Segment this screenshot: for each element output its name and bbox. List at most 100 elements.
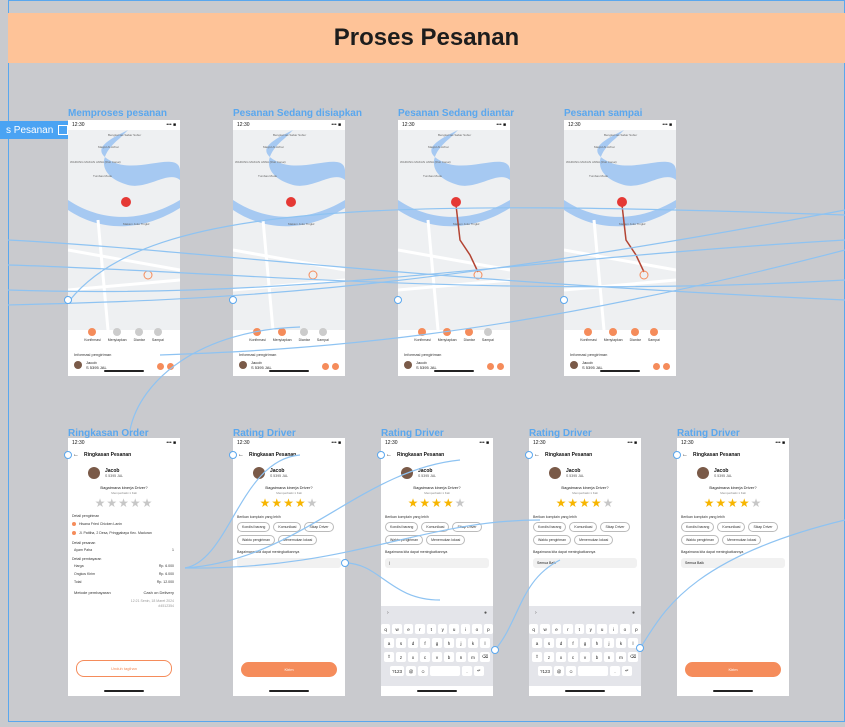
keyboard-key[interactable]: u (449, 624, 459, 634)
star-icon[interactable]: ★ (130, 496, 142, 510)
complaint-chip[interactable]: Waktu pengiriman (385, 535, 424, 545)
keyboard-key[interactable]: d (408, 638, 418, 648)
star-icon[interactable]: ★ (579, 496, 591, 510)
keyboard-key[interactable]: v (580, 652, 590, 662)
keyboard-key[interactable]: s (544, 638, 554, 648)
complaint-chip[interactable]: Kondisi barang (533, 522, 567, 532)
keyboard-key[interactable]: v (432, 652, 442, 662)
keyboard-key[interactable]: ⇧ (384, 652, 394, 662)
keyboard-key[interactable]: i (608, 624, 619, 634)
star-rating[interactable]: ★★★★★ (381, 496, 493, 510)
star-icon[interactable]: ★ (443, 496, 455, 510)
map-view[interactable]: Bengkel las Sabar Subur Masjid Al-Azhar WA… (564, 130, 676, 331)
map-view[interactable]: Bengkel las Sabar Subur Masjid Al-Azhar WA… (398, 130, 510, 331)
star-icon[interactable]: ★ (419, 496, 431, 510)
map-view[interactable]: Bengkel las Sabar Subur Masjid Al-Azhar WA… (233, 130, 345, 331)
complaint-chip[interactable]: Menemukan lokasi (426, 535, 466, 545)
keyboard-key[interactable]: t (574, 624, 584, 634)
chevron-icon[interactable]: › (535, 610, 537, 616)
keyboard-key[interactable]: x (556, 652, 566, 662)
keyboard-key[interactable]: k (468, 638, 478, 648)
keyboard-key[interactable]: ↵ (474, 666, 484, 676)
comment-input[interactable]: Semua Baik (533, 558, 637, 568)
keyboard-key[interactable]: . (610, 666, 620, 676)
keyboard-key[interactable]: z (544, 652, 554, 662)
star-icon[interactable]: ★ (455, 496, 467, 510)
complaint-chip[interactable]: Sikap Driver (600, 522, 630, 532)
complaint-chip[interactable]: Kondisi barang (385, 522, 419, 532)
star-icon[interactable]: ★ (307, 496, 319, 510)
star-icon[interactable]: ★ (431, 496, 443, 510)
star-rating[interactable]: ★★★★★ (68, 496, 180, 510)
complaint-chip[interactable]: Sikap Driver (452, 522, 482, 532)
complaint-chip[interactable]: Waktu pengiriman (237, 535, 276, 545)
keyboard-key[interactable]: ☺ (418, 666, 428, 676)
back-arrow-icon[interactable]: ← (238, 452, 244, 458)
keyboard-key[interactable]: l (480, 638, 490, 648)
keyboard-key[interactable]: ↵ (622, 666, 632, 676)
keyboard-key[interactable]: r (563, 624, 573, 634)
star-rating[interactable]: ★★★★★ (529, 496, 641, 510)
complaint-chip[interactable]: Menemukan lokasi (574, 535, 614, 545)
star-icon[interactable]: ★ (295, 496, 307, 510)
keyboard-key[interactable]: n (604, 652, 614, 662)
keyboard-key[interactable]: @ (406, 666, 416, 676)
chat-button[interactable] (157, 363, 164, 370)
keyboard-key[interactable] (578, 666, 608, 676)
keyboard-key[interactable]: g (432, 638, 442, 648)
complaint-chip[interactable]: Komunikasi (421, 522, 450, 532)
keyboard-key[interactable]: c (420, 652, 430, 662)
keyboard-key[interactable]: e (551, 624, 562, 634)
star-icon[interactable]: ★ (260, 496, 272, 510)
download-invoice-button[interactable]: Unduh tagihan (76, 660, 172, 677)
complaint-chip[interactable]: Menemukan lokasi (722, 535, 762, 545)
star-icon[interactable]: ★ (739, 496, 751, 510)
star-icon[interactable]: ★ (567, 496, 579, 510)
keyboard-key[interactable]: k (616, 638, 626, 648)
keyboard-key[interactable]: p (631, 624, 641, 634)
star-icon[interactable]: ★ (408, 496, 420, 510)
keyboard-key[interactable]: @ (554, 666, 564, 676)
chevron-icon[interactable]: › (387, 610, 389, 616)
complaint-chip[interactable]: Kondisi barang (681, 522, 715, 532)
keyboard-key[interactable]: e (403, 624, 414, 634)
chat-button[interactable] (487, 363, 494, 370)
complaint-chip[interactable]: Komunikasi (717, 522, 746, 532)
side-tab-pesanan[interactable]: s Pesanan (0, 121, 73, 139)
star-icon[interactable]: ★ (704, 496, 716, 510)
back-arrow-icon[interactable]: ← (534, 452, 540, 458)
keyboard-key[interactable]: m (616, 652, 626, 662)
star-icon[interactable]: ★ (95, 496, 107, 510)
complaint-chip[interactable]: Waktu pengiriman (533, 535, 572, 545)
keyboard-key[interactable]: f (568, 638, 578, 648)
star-icon[interactable]: ★ (751, 496, 763, 510)
complaint-chip[interactable]: Komunikasi (569, 522, 598, 532)
keyboard-key[interactable]: f (420, 638, 430, 648)
keyboard-key[interactable]: j (604, 638, 614, 648)
complaint-chip[interactable]: Menemukan lokasi (278, 535, 318, 545)
keyboard-key[interactable]: m (468, 652, 478, 662)
keyboard-key[interactable]: b (592, 652, 602, 662)
star-icon[interactable]: ★ (556, 496, 568, 510)
keyboard-key[interactable]: ?123 (390, 666, 404, 676)
keyboard-key[interactable]: ?123 (538, 666, 552, 676)
star-icon[interactable]: ★ (271, 496, 283, 510)
call-button[interactable] (332, 363, 339, 370)
keyboard-key[interactable] (430, 666, 460, 676)
star-rating[interactable]: ★★★★★ (677, 496, 789, 510)
call-button[interactable] (663, 363, 670, 370)
keyboard-key[interactable]: q (529, 624, 539, 634)
chat-button[interactable] (653, 363, 660, 370)
keyboard-key[interactable]: r (415, 624, 425, 634)
keyboard-key[interactable]: l (628, 638, 638, 648)
keyboard-key[interactable]: z (396, 652, 406, 662)
star-icon[interactable]: ★ (106, 496, 118, 510)
back-arrow-icon[interactable]: ← (682, 452, 688, 458)
complaint-chip[interactable]: Sikap Driver (748, 522, 778, 532)
star-icon[interactable]: ★ (142, 496, 154, 510)
keyboard-key[interactable]: w (392, 624, 402, 634)
keyboard-key[interactable]: d (556, 638, 566, 648)
submit-button[interactable]: Kirim (241, 662, 337, 677)
keyboard-key[interactable]: u (597, 624, 607, 634)
keyboard-key[interactable]: ☺ (566, 666, 576, 676)
